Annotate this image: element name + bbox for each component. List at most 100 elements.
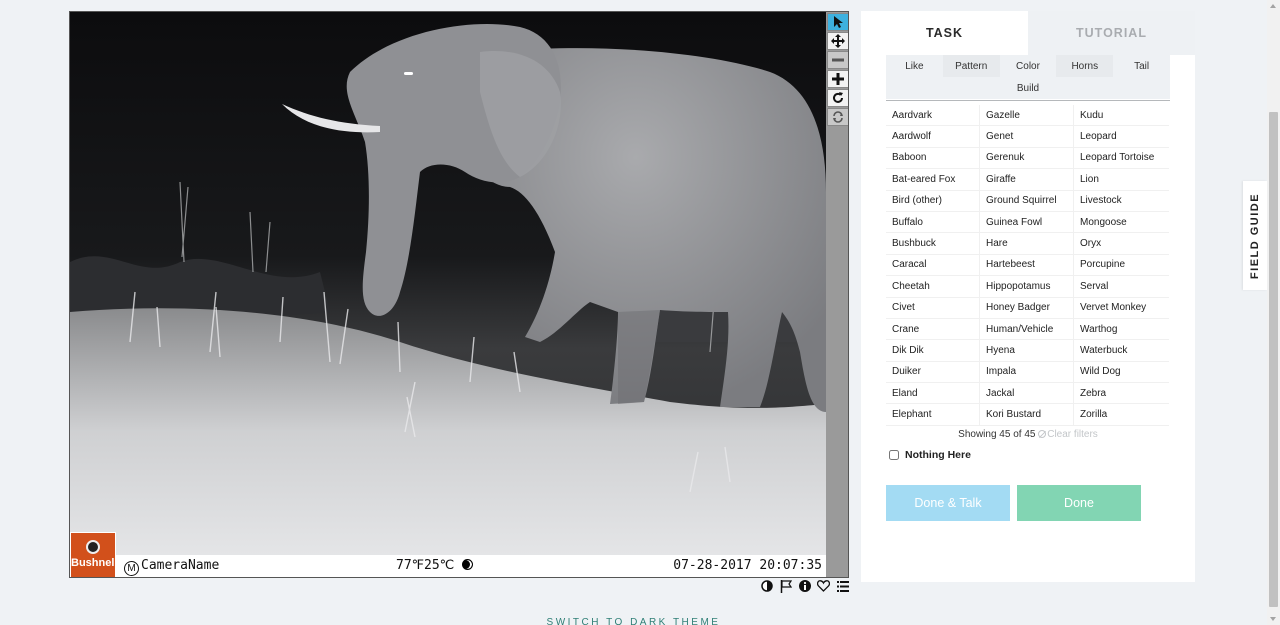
zoom-in-icon xyxy=(832,73,844,85)
scroll-up-icon[interactable] xyxy=(1270,4,1276,8)
species-option[interactable]: Elephant xyxy=(886,404,980,426)
species-option[interactable]: Hyena xyxy=(980,340,1074,362)
clear-filters-button[interactable]: Clear filters xyxy=(1038,429,1098,440)
tab-tutorial[interactable]: TUTORIAL xyxy=(1028,11,1195,55)
species-option[interactable]: Jackal xyxy=(980,383,1074,405)
species-option[interactable]: Human/Vehicle xyxy=(980,318,1074,341)
collections-button[interactable] xyxy=(835,579,850,593)
nothing-here-option[interactable]: Nothing Here xyxy=(889,449,1195,461)
species-option[interactable]: Leopard xyxy=(1074,126,1169,148)
zoom-in-button[interactable] xyxy=(827,70,848,88)
filter-build[interactable]: Build xyxy=(886,77,1170,99)
species-option[interactable]: Serval xyxy=(1074,276,1169,298)
zoom-out-button[interactable] xyxy=(827,51,848,69)
moon-phase-icon xyxy=(462,559,474,570)
species-option[interactable]: Bird (other) xyxy=(886,190,980,212)
species-option[interactable]: Duiker xyxy=(886,361,980,384)
species-option[interactable]: Ground Squirrel xyxy=(980,190,1074,212)
species-option[interactable]: Bushbuck xyxy=(886,233,980,255)
filter-horns[interactable]: Horns xyxy=(1056,55,1114,77)
species-option[interactable]: Warthog xyxy=(1074,319,1169,341)
flag-icon xyxy=(780,579,792,593)
species-option[interactable]: Genet xyxy=(980,126,1074,148)
filter-color[interactable]: Color xyxy=(999,55,1057,77)
species-option[interactable]: Baboon xyxy=(886,147,980,170)
species-option[interactable]: Vervet Monkey xyxy=(1074,298,1169,319)
clear-icon xyxy=(1038,429,1047,438)
viewer-toolbar xyxy=(826,12,848,577)
species-option[interactable]: Wild Dog xyxy=(1074,362,1169,384)
filter-tail[interactable]: Tail xyxy=(1113,55,1170,77)
camera-mark-icon: M xyxy=(124,561,139,576)
task-panel: TASK TUTORIAL Like Pattern Color Horns T… xyxy=(861,11,1195,582)
species-option[interactable]: Bat-eared Fox xyxy=(886,169,980,191)
species-option[interactable]: Honey Badger xyxy=(980,297,1074,319)
filter-divider xyxy=(886,100,1170,101)
subject-image[interactable] xyxy=(70,12,826,555)
species-option[interactable]: Waterbuck xyxy=(1074,340,1169,362)
reset-button[interactable] xyxy=(827,108,848,126)
favorite-icon xyxy=(817,580,830,592)
species-option[interactable]: Aardvark xyxy=(886,105,980,127)
species-option[interactable]: Mongoose xyxy=(1074,212,1169,234)
switch-theme-link[interactable]: SWITCH TO DARK THEME xyxy=(0,617,1267,625)
species-option[interactable]: Oryx xyxy=(1074,233,1169,255)
species-option[interactable]: Hippopotamus xyxy=(980,276,1074,298)
species-option[interactable]: Crane xyxy=(886,318,980,341)
move-tool-button[interactable] xyxy=(827,32,848,50)
species-option[interactable]: Gazelle xyxy=(980,105,1074,127)
info-button[interactable] xyxy=(797,579,812,593)
species-option[interactable]: Guinea Fowl xyxy=(980,211,1074,234)
filter-pattern[interactable]: Pattern xyxy=(942,55,1000,77)
species-option[interactable]: Buffalo xyxy=(886,211,980,234)
species-option[interactable]: Dik Dik xyxy=(886,340,980,362)
species-option[interactable]: Eland xyxy=(886,383,980,405)
done-and-talk-button[interactable]: Done & Talk xyxy=(886,485,1010,521)
zoom-out-icon xyxy=(832,58,844,62)
species-option[interactable]: Civet xyxy=(886,297,980,319)
move-icon xyxy=(831,34,845,48)
field-guide-tab[interactable]: FIELD GUIDE xyxy=(1243,181,1267,290)
rotate-button[interactable] xyxy=(827,89,848,107)
pointer-icon xyxy=(834,16,843,28)
scroll-thumb[interactable] xyxy=(1269,112,1278,607)
panel-tabs: TASK TUTORIAL xyxy=(861,11,1195,55)
invert-icon xyxy=(760,580,773,592)
species-option[interactable]: Livestock xyxy=(1074,191,1169,212)
species-option[interactable]: Caracal xyxy=(886,254,980,277)
species-option[interactable]: Aardwolf xyxy=(886,126,980,148)
nothing-here-checkbox[interactable] xyxy=(889,449,899,460)
pointer-tool-button[interactable] xyxy=(827,13,848,31)
species-list: Aardvark Gazelle Kudu Aardwolf Genet Leopard B… xyxy=(886,105,1170,426)
reset-icon xyxy=(833,111,843,123)
camera-timestamp: 07-28-2017 20:07:35 xyxy=(673,558,822,573)
page-scrollbar[interactable] xyxy=(1267,0,1280,625)
species-option[interactable]: Kori Bustard xyxy=(980,404,1074,426)
filter-like[interactable]: Like xyxy=(886,55,943,77)
invert-button[interactable] xyxy=(759,579,774,593)
subject-viewer[interactable]: Bushnell M CameraName 77℉25℃ 07-28-2017 2… xyxy=(69,11,849,578)
camera-name: M CameraName xyxy=(124,558,219,576)
scroll-down-icon[interactable] xyxy=(1270,617,1276,621)
submit-buttons: Done & Talk Done xyxy=(886,485,1141,521)
species-option[interactable]: Gerenuk xyxy=(980,147,1074,170)
species-option[interactable]: Leopard Tortoise xyxy=(1074,148,1169,170)
tab-task[interactable]: TASK xyxy=(861,11,1028,55)
favorite-button[interactable] xyxy=(816,579,831,593)
camera-brand-logo: Bushnell xyxy=(70,532,117,577)
species-option[interactable]: Zorilla xyxy=(1074,404,1169,426)
species-option[interactable]: Kudu xyxy=(1074,105,1169,127)
done-button[interactable]: Done xyxy=(1017,485,1141,521)
rotate-icon xyxy=(833,92,843,103)
species-option[interactable]: Hartebeest xyxy=(980,254,1074,277)
image-actions xyxy=(759,579,850,593)
species-option[interactable]: Cheetah xyxy=(886,276,980,298)
species-option[interactable]: Zebra xyxy=(1074,383,1169,405)
flag-button[interactable] xyxy=(778,579,793,593)
species-option[interactable]: Impala xyxy=(980,361,1074,384)
species-option[interactable]: Hare xyxy=(980,233,1074,255)
species-option[interactable]: Giraffe xyxy=(980,169,1074,191)
species-option[interactable]: Porcupine xyxy=(1074,255,1169,277)
collections-icon xyxy=(836,580,849,592)
species-option[interactable]: Lion xyxy=(1074,169,1169,191)
